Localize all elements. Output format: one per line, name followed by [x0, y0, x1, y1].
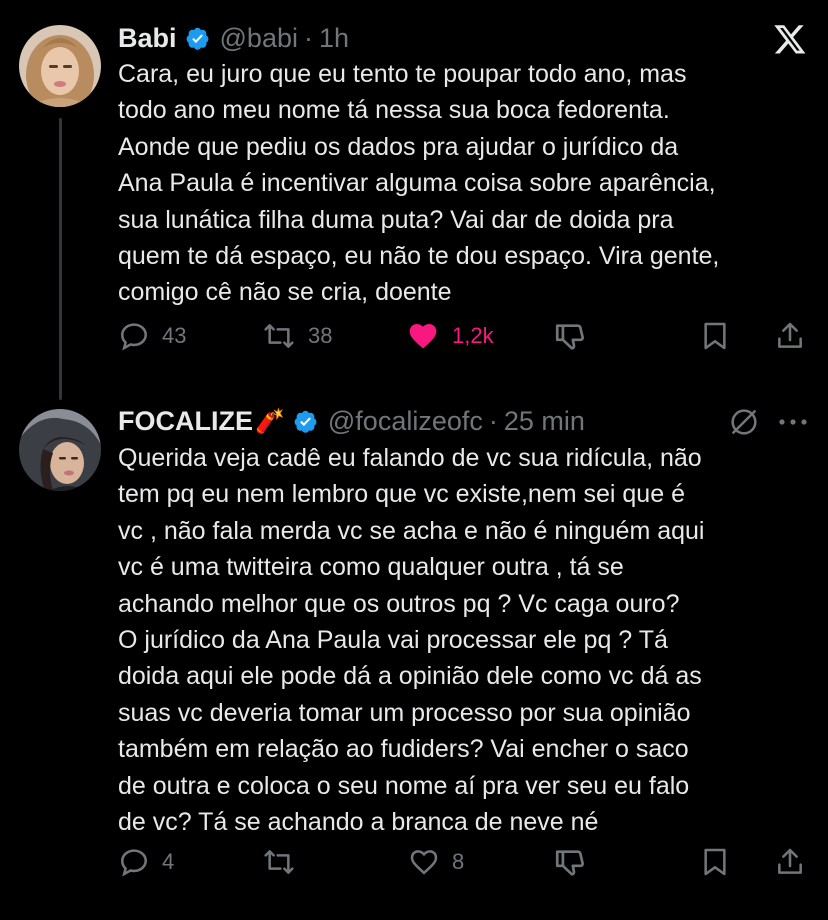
retweet-button[interactable] — [262, 846, 308, 878]
tweet-header: Babi @babi · 1h — [118, 21, 349, 55]
like-count: 8 — [452, 849, 465, 874]
bookmark-icon — [704, 322, 726, 350]
handle[interactable]: @babi — [220, 23, 298, 54]
reply-count: 43 — [162, 323, 187, 348]
separator-dot: · — [303, 22, 313, 53]
reply-icon — [120, 323, 148, 351]
downvote-icon — [555, 850, 584, 876]
bookmark-icon — [704, 848, 726, 876]
reply-icon — [120, 849, 148, 877]
action-bar: 4 8 — [0, 846, 828, 886]
bookmark-button[interactable] — [699, 846, 731, 878]
retweet-count: 38 — [308, 323, 333, 348]
like-icon — [409, 324, 437, 349]
more-icon[interactable] — [778, 418, 808, 426]
like-button[interactable]: 8 — [408, 846, 464, 878]
separator-dot: · — [488, 405, 498, 436]
like-icon — [410, 850, 438, 875]
downvote-icon — [555, 324, 584, 350]
reply-button[interactable]: 43 — [118, 320, 186, 352]
tweet-header: FOCALIZE 🧨 @focalizeofc · 25 min — [118, 404, 585, 438]
tweet-text: Querida veja cadê eu falando de vc sua r… — [118, 444, 705, 837]
avatar[interactable] — [19, 409, 101, 491]
timestamp[interactable]: 25 min — [504, 406, 585, 437]
downvote-button[interactable] — [553, 846, 587, 880]
reply-button[interactable]: 4 — [118, 846, 174, 878]
like-button[interactable]: 1,2k — [406, 320, 494, 352]
name-emoji: 🧨 — [255, 407, 285, 435]
retweet-button[interactable]: 38 — [262, 320, 332, 352]
share-icon — [778, 848, 802, 874]
share-button[interactable] — [774, 320, 806, 352]
verified-icon — [294, 410, 317, 433]
display-name[interactable]: FOCALIZE — [118, 406, 253, 437]
retweet-icon — [264, 850, 294, 874]
ban-icon[interactable] — [728, 406, 760, 438]
handle[interactable]: @focalizeofc — [328, 406, 483, 437]
retweet-icon — [264, 324, 294, 348]
timestamp[interactable]: 1h — [319, 23, 349, 54]
share-icon — [778, 322, 802, 348]
downvote-button[interactable] — [553, 320, 587, 354]
share-button[interactable] — [774, 846, 806, 878]
verified-icon — [186, 27, 208, 50]
like-count: 1,2k — [452, 323, 494, 348]
display-name[interactable]: Babi — [118, 23, 177, 54]
reply-count: 4 — [162, 849, 175, 874]
tweet-text: Cara, eu juro que eu tento te poupar tod… — [118, 60, 720, 307]
avatar[interactable] — [19, 25, 101, 107]
bookmark-button[interactable] — [699, 320, 731, 352]
x-logo-icon[interactable] — [772, 22, 808, 56]
action-bar: 43 38 1,2k — [0, 320, 828, 360]
